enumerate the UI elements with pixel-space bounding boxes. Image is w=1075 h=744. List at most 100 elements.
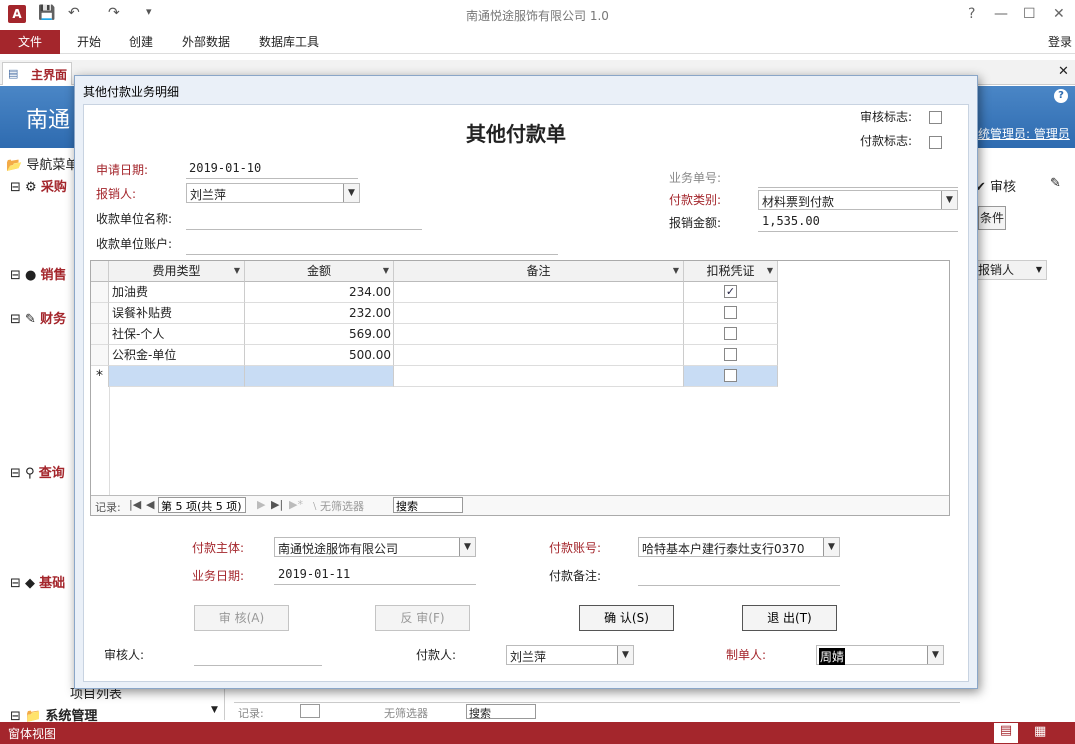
cell-note[interactable] (394, 282, 684, 303)
help-icon[interactable]: ? (968, 6, 975, 22)
form-view-icon[interactable]: ▤ (994, 723, 1018, 743)
pay-flag-checkbox[interactable] (929, 136, 942, 149)
chevron-down-icon[interactable]: ▼ (343, 184, 359, 202)
next-record-icon[interactable]: ▶ (257, 498, 265, 511)
col-header-amount[interactable]: 金额 ▼ (245, 261, 394, 282)
pay-type-combo[interactable]: 材料票到付款 ▼ (758, 190, 958, 210)
col-header-type[interactable]: 费用类型 ▼ (109, 261, 245, 282)
tab-home[interactable]: 开始 (77, 33, 101, 50)
nav-sales[interactable]: ⊟ ● 销售 (10, 264, 67, 283)
maximize-icon[interactable]: ☐ (1023, 6, 1036, 22)
chevron-down-icon[interactable]: ▼ (383, 261, 389, 281)
cell-type[interactable]: 误餐补贴费 (109, 303, 245, 324)
record-position-input[interactable]: 第 5 项(共 5 项) (158, 497, 246, 513)
cell-note[interactable] (394, 345, 684, 366)
minimize-icon[interactable]: — (994, 6, 1008, 22)
chevron-down-icon[interactable]: ▼ (673, 261, 679, 281)
nav-finance[interactable]: ⊟ ✎ 财务 (10, 308, 66, 327)
cell-tax[interactable] (684, 324, 778, 345)
bg-condition-button[interactable]: 条件 (978, 206, 1006, 230)
cell-amount[interactable]: 500.00 (245, 345, 394, 366)
bg-search-input[interactable]: 搜索 (466, 704, 536, 720)
pay-note-field[interactable] (638, 568, 840, 586)
layout-view-icon[interactable]: ▦ (1034, 724, 1046, 739)
chevron-down-icon[interactable]: ▼ (459, 538, 475, 556)
login-link[interactable]: 登录 (1048, 33, 1072, 50)
payee-account-field[interactable] (186, 237, 558, 255)
unchecked-checkbox[interactable] (724, 348, 737, 361)
cell-amount[interactable]: 569.00 (245, 324, 394, 345)
grid-select-all[interactable] (91, 261, 109, 282)
payer-combo[interactable]: 刘兰萍 ▼ (506, 645, 634, 665)
chevron-down-icon[interactable]: ▼ (234, 261, 240, 281)
chevron-down-icon[interactable]: ▼ (941, 191, 957, 209)
cell-type[interactable]: 社保-个人 (109, 324, 245, 345)
grid-search-input[interactable]: 搜索 (393, 497, 463, 513)
new-row-amount[interactable] (245, 366, 394, 387)
new-row-type[interactable] (109, 366, 245, 387)
cell-tax[interactable]: ✓ (684, 282, 778, 303)
audit-flag-checkbox[interactable] (929, 111, 942, 124)
payee-name-field[interactable] (186, 212, 422, 230)
nav-scroll-down-icon[interactable]: ▼ (211, 705, 218, 715)
col-header-tax[interactable]: 扣税凭证 ▼ (684, 261, 778, 282)
cell-type[interactable]: 加油费 (109, 282, 245, 303)
first-record-icon[interactable]: |◀ (129, 498, 141, 511)
new-record-icon[interactable]: ▶* (289, 498, 303, 511)
cell-type[interactable]: 公积金-单位 (109, 345, 245, 366)
new-row-note[interactable] (394, 366, 684, 387)
row-selector[interactable] (91, 324, 109, 345)
unchecked-checkbox[interactable] (724, 306, 737, 319)
bg-audit-button[interactable]: ✔ 审核 (975, 176, 1016, 195)
bg-record-input[interactable] (300, 704, 320, 718)
pay-account-combo[interactable]: 哈特基本户建行泰灶支行0370 ▼ (638, 537, 840, 557)
row-selector[interactable] (91, 282, 109, 303)
new-row-marker: * (91, 366, 109, 387)
nav-purchase[interactable]: ⊟ ⚙ 采购 (10, 176, 67, 195)
biz-no-field[interactable] (758, 172, 958, 188)
bg-action-icon[interactable]: ✎ (1050, 176, 1061, 191)
chevron-down-icon[interactable]: ▼ (927, 646, 943, 664)
col-header-note[interactable]: 备注 ▼ (394, 261, 684, 282)
pay-entity-combo[interactable]: 南通悦途服饰有限公司 ▼ (274, 537, 476, 557)
nav-root[interactable]: 📂 导航菜单 (6, 154, 78, 173)
chevron-down-icon[interactable]: ▼ (767, 261, 773, 281)
reporter-combo[interactable]: 刘兰萍 ▼ (186, 183, 360, 203)
bg-no-filter[interactable]: 无筛选器 (384, 705, 428, 721)
new-row-tax-checkbox[interactable] (724, 369, 737, 382)
tab-file[interactable]: 文件 (0, 30, 60, 54)
nav-base[interactable]: ⊟ ◆ 基础 (10, 572, 65, 591)
cell-amount[interactable]: 234.00 (245, 282, 394, 303)
tab-create[interactable]: 创建 (129, 33, 153, 50)
audit-button[interactable]: 审 核(A) (194, 605, 289, 631)
checked-checkbox[interactable]: ✓ (724, 285, 737, 298)
no-filter-button[interactable]: ⧵ 无筛选器 (313, 498, 364, 514)
nav-query[interactable]: ⊟ ⚲ 查询 (10, 462, 65, 481)
help-icon[interactable]: ? (1054, 89, 1068, 103)
tab-database-tools[interactable]: 数据库工具 (259, 33, 319, 50)
bg-col-reporter[interactable]: 报销人 ▼ (975, 260, 1047, 280)
tab-external-data[interactable]: 外部数据 (182, 33, 230, 50)
unaudit-button[interactable]: 反 审(F) (375, 605, 470, 631)
cell-amount[interactable]: 232.00 (245, 303, 394, 324)
close-icon[interactable]: ✕ (1053, 6, 1065, 22)
new-row-tax[interactable] (684, 366, 778, 387)
maker-combo[interactable]: 周婧 ▼ (816, 645, 944, 665)
cell-note[interactable] (394, 303, 684, 324)
chevron-down-icon[interactable]: ▼ (823, 538, 839, 556)
filter-icon: ⧵ (313, 500, 317, 513)
exit-button[interactable]: 退 出(T) (742, 605, 837, 631)
prev-record-icon[interactable]: ◀ (146, 498, 154, 511)
apply-date-field[interactable]: 2019-01-10 (186, 161, 358, 179)
biz-date-field[interactable]: 2019-01-11 (274, 567, 476, 585)
confirm-button[interactable]: 确 认(S) (579, 605, 674, 631)
row-selector[interactable] (91, 345, 109, 366)
row-selector[interactable] (91, 303, 109, 324)
cell-note[interactable] (394, 324, 684, 345)
last-record-icon[interactable]: ▶| (271, 498, 283, 511)
close-document-icon[interactable]: ✕ (1058, 64, 1069, 79)
cell-tax[interactable] (684, 303, 778, 324)
cell-tax[interactable] (684, 345, 778, 366)
unchecked-checkbox[interactable] (724, 327, 737, 340)
chevron-down-icon[interactable]: ▼ (617, 646, 633, 664)
